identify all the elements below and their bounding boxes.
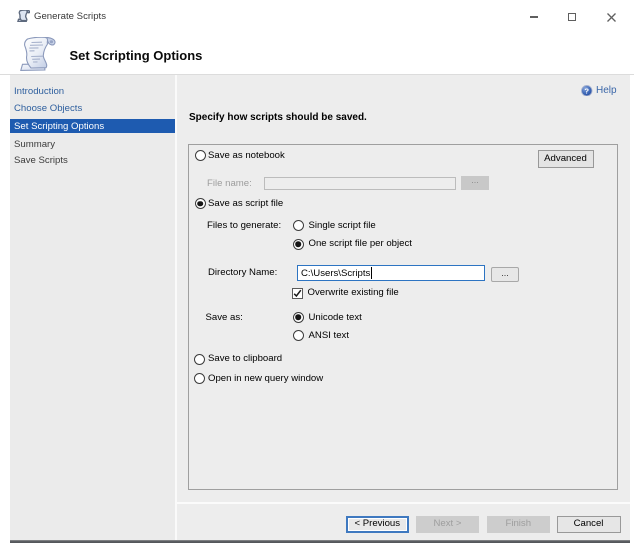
svg-text:?: ? xyxy=(584,86,589,95)
